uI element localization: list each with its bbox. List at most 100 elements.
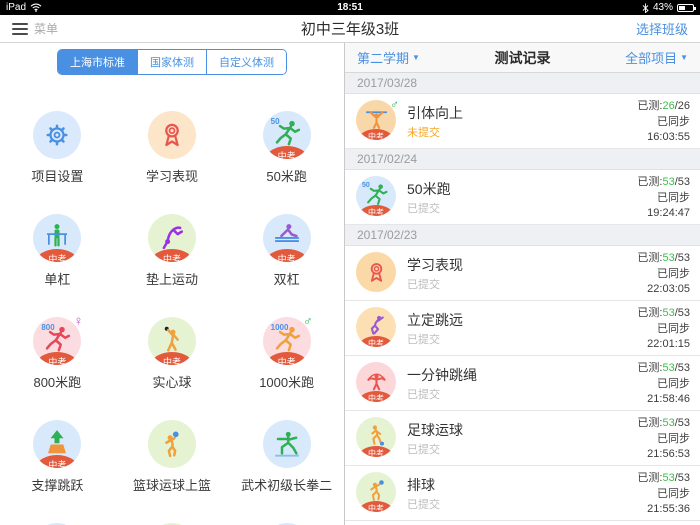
record-status: 已提交: [407, 496, 440, 512]
sync-status: 已同步: [637, 115, 690, 131]
record-name: 50米跑: [407, 179, 451, 199]
female-icon: ♀: [74, 314, 84, 327]
grid-item-label: 800米跑: [33, 372, 81, 391]
grid-item-label: 支撑跳跃: [31, 475, 83, 494]
gear-icon: [33, 111, 81, 159]
soccer-icon: 中考: [356, 417, 396, 457]
record-info: 已测:53/53已同步21:58:46: [637, 361, 690, 408]
tested-count: 已测:53/53: [637, 416, 690, 432]
record-info: 已测:53/53已同步22:03:05: [637, 251, 690, 298]
runner-icon: 50中考: [356, 176, 396, 216]
distance-label: 50: [271, 118, 280, 126]
record-status: 已提交: [407, 331, 440, 347]
male-icon: ♂: [390, 98, 399, 110]
tested-count: 已测:26/26: [637, 99, 690, 115]
filter-dropdown[interactable]: 全部项目 ▼: [625, 48, 688, 67]
select-class-button[interactable]: 选择班级: [636, 19, 688, 38]
tested-count: 已测:53/53: [637, 471, 690, 487]
sync-status: 已同步: [637, 432, 690, 448]
record-info: 已测:53/53已同步22:01:15: [637, 306, 690, 353]
record-time: 22:03:05: [637, 282, 690, 298]
record-row-study-performance[interactable]: 学习表现已提交 已测:53/53已同步22:03:05: [345, 246, 700, 301]
martialarts-icon: [263, 420, 311, 468]
grid-item-martial-arts[interactable]: 武术初级长拳二: [229, 420, 344, 523]
record-row-volleyball[interactable]: 中考排球已提交已测:53/53已同步21:55:36: [345, 466, 700, 521]
record-time: 22:01:15: [637, 337, 690, 353]
record-name: 学习表现: [407, 255, 463, 275]
tab-2[interactable]: 自定义体测: [206, 50, 286, 74]
record-time: 16:03:55: [637, 130, 690, 146]
grid-item-label: 实心球: [152, 372, 191, 391]
record-info: 已测:53/53已同步21:56:53: [637, 416, 690, 463]
record-row-soccer-dribble[interactable]: 中考 足球运球已提交 已测:53/53已同步21:56:53: [345, 411, 700, 466]
battery-icon: [677, 4, 694, 12]
nav-bar: 菜单 初中三年级3班 选择班级: [0, 15, 700, 43]
tested-count: 已测:53/53: [637, 361, 690, 377]
grid-item-parallel-bars[interactable]: 中考双杠: [229, 214, 344, 317]
projects-panel: 上海市标准国家体测自定义体测 项目设置学习表现50中考50米跑中考单杠中考垫上运…: [0, 43, 345, 525]
grid-item-horizontal-bar[interactable]: 中考单杠: [0, 214, 115, 317]
grid-item-label: 垫上运动: [146, 269, 198, 288]
runner-icon: 800中考♀: [33, 317, 81, 365]
grid-item-study-performance[interactable]: 学习表现: [115, 111, 230, 214]
page-title: 初中三年级3班: [0, 18, 700, 39]
tab-1[interactable]: 国家体测: [137, 50, 206, 74]
runner-icon: 1000中考♂: [263, 317, 311, 365]
longjump-icon: 中考: [356, 307, 396, 347]
grid-item-label: 1000米跑: [259, 372, 314, 391]
record-info: 已测:53/53已同步21:55:36: [637, 471, 690, 518]
grid-item-medicine-ball[interactable]: 中考实心球: [115, 317, 230, 420]
date-group-header: 2017/02/23: [345, 225, 700, 246]
tested-count: 已测:53/53: [637, 175, 690, 191]
tested-count: 已测:53/53: [637, 251, 690, 267]
battery-percent: 43%: [653, 2, 673, 13]
grid-item-label: 50米跑: [266, 166, 306, 185]
record-status: 未提交: [407, 124, 440, 140]
record-row-one-min-rope-skip[interactable]: 中考一分钟跳绳已提交已测:53/53已同步21:58:46: [345, 356, 700, 411]
parallelbars-icon: 中考: [263, 214, 311, 262]
app-screen: iPad 18:51 43% 菜单 初中三年级3班 选择班级 上海市标准国家体测…: [0, 0, 700, 525]
record-row-run-50m[interactable]: 50中考 50米跑已提交 已测:53/53已同步19:24:47: [345, 170, 700, 225]
record-time: 21:58:46: [637, 392, 690, 408]
chevron-down-icon: ▼: [680, 53, 688, 62]
distance-label: 1000: [271, 324, 289, 332]
record-time: 21:55:36: [637, 502, 690, 518]
status-bar: iPad 18:51 43%: [0, 0, 700, 15]
grid-item-run-1000m[interactable]: 1000中考♂ 1000米跑: [229, 317, 344, 420]
grid-item-run-800m[interactable]: 800中考♀ 800米跑: [0, 317, 115, 420]
records-list: 2017/03/28中考♂引体向上未提交已测:26/26已同步16:03:552…: [345, 73, 700, 525]
record-name: 一分钟跳绳: [407, 365, 477, 385]
record-time: 21:56:53: [637, 447, 690, 463]
status-time: 18:51: [126, 2, 574, 13]
record-status: 已提交: [407, 386, 440, 402]
grid-item-mat-exercise[interactable]: 中考垫上运动: [115, 214, 230, 317]
record-info: 已测:53/53已同步19:24:47: [637, 175, 690, 222]
record-row-pull-up[interactable]: 中考♂引体向上未提交已测:26/26已同步16:03:55: [345, 94, 700, 149]
runner-icon: 50中考: [263, 111, 311, 159]
grid-item-run-50m[interactable]: 50中考 50米跑: [229, 111, 344, 214]
volleyball-icon: 中考: [356, 472, 396, 512]
grid-item-label: 篮球运球上篮: [133, 475, 211, 494]
grid-item-settings[interactable]: 项目设置: [0, 111, 115, 214]
record-name: 足球运球: [407, 420, 463, 440]
standard-tabs: 上海市标准国家体测自定义体测: [57, 49, 287, 75]
records-panel: 第二学期 ▼ 测试记录 全部项目 ▼ 2017/03/28中考♂引体向上未提交已…: [345, 43, 700, 525]
zhongkao-badge: 中考: [358, 446, 394, 457]
medal-icon: [356, 252, 396, 292]
zhongkao-badge: 中考: [358, 205, 394, 216]
record-row-standing-long-jump[interactable]: 中考立定跳远已提交已测:53/53已同步22:01:15: [345, 301, 700, 356]
sync-status: 已同步: [637, 377, 690, 393]
grid-item-vault[interactable]: 中考支撑跳跃: [0, 420, 115, 523]
record-status: 已提交: [407, 441, 440, 457]
tab-0[interactable]: 上海市标准: [58, 50, 137, 74]
grid-item-basketball-layup[interactable]: 篮球运球上篮: [115, 420, 230, 523]
record-status: 已提交: [407, 200, 440, 216]
bluetooth-icon: [642, 3, 649, 13]
record-status: 已提交: [407, 276, 440, 292]
grid-item-label: 武术初级长拳二: [241, 475, 332, 494]
pullup-icon: 中考♂: [356, 100, 396, 140]
main-area: 上海市标准国家体测自定义体测 项目设置学习表现50中考50米跑中考单杠中考垫上运…: [0, 43, 700, 525]
grid-item-label: 学习表现: [146, 166, 198, 185]
device-label: iPad: [6, 2, 26, 13]
shotput-icon: 中考: [148, 317, 196, 365]
